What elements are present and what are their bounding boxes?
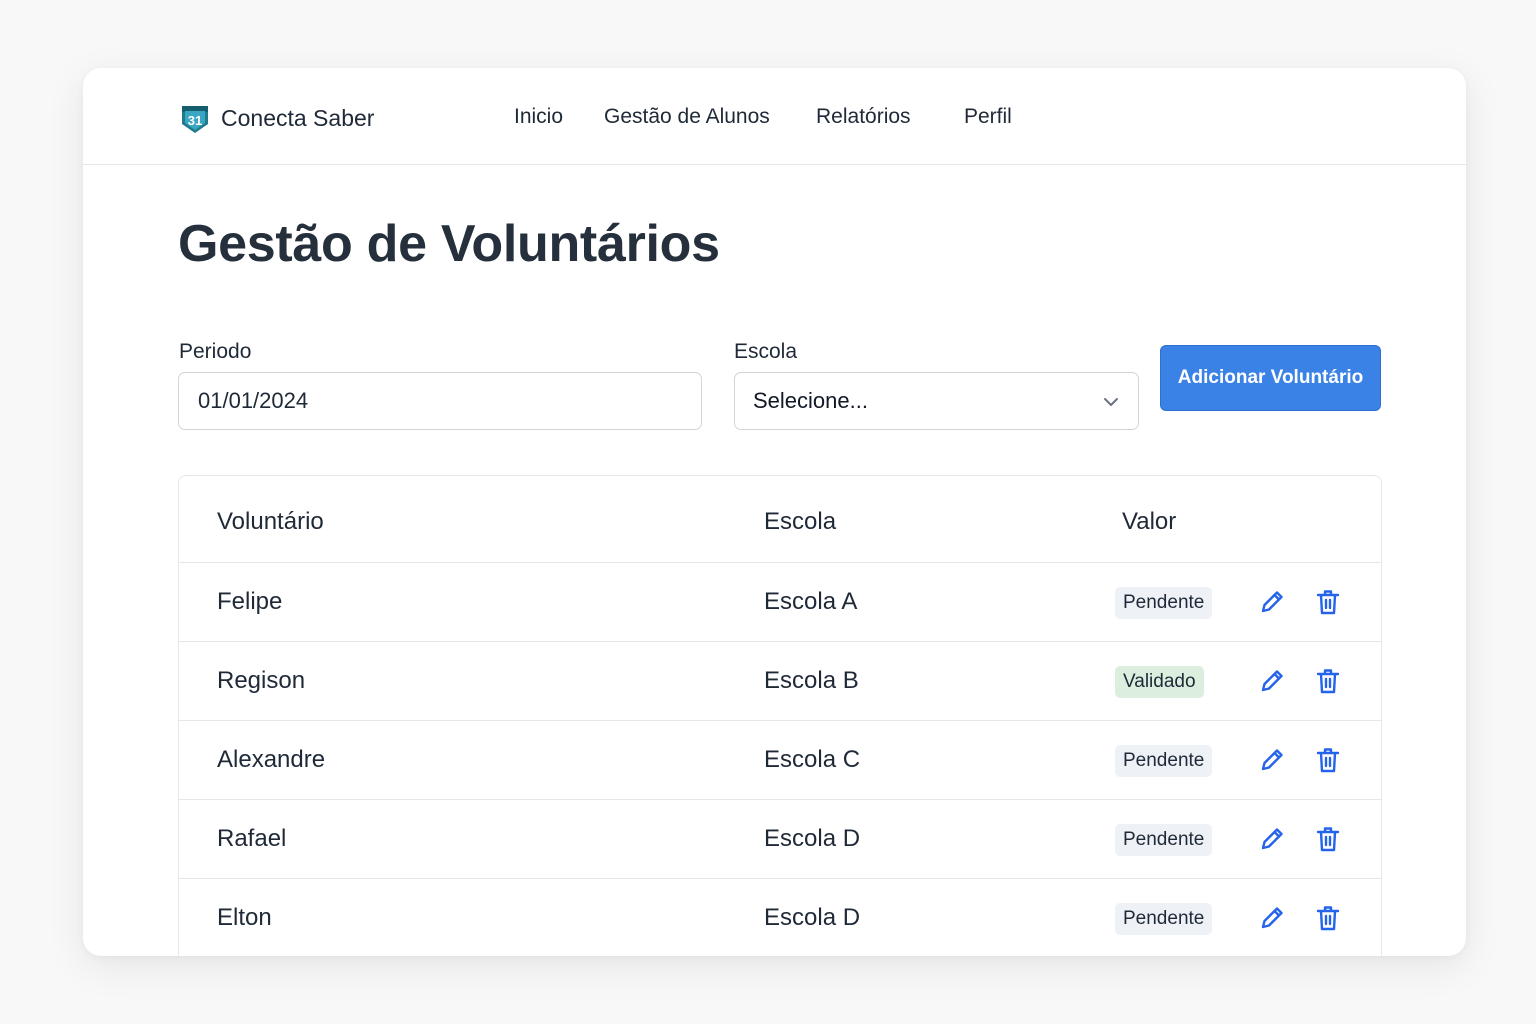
pencil-icon[interactable] (1257, 666, 1287, 696)
logo-number: 31 (188, 113, 202, 128)
column-header-school: Escola (764, 508, 837, 535)
trash-icon[interactable] (1313, 824, 1343, 854)
volunteer-name: Regison (217, 667, 306, 694)
top-navigation-bar: 31 Conecta Saber Inicio Gestão de Alunos… (83, 68, 1466, 165)
nav-item-relatorios[interactable]: Relatórios (816, 105, 911, 129)
table-row: Elton Escola D Pendente (179, 879, 1381, 956)
add-volunteer-button[interactable]: Adicionar Voluntário (1160, 345, 1381, 411)
volunteer-name: Felipe (217, 588, 283, 615)
volunteer-name: Alexandre (217, 746, 326, 773)
volunteer-school: Escola B (764, 667, 859, 694)
school-select[interactable]: Selecione... (734, 372, 1139, 430)
chevron-down-icon (1104, 398, 1118, 406)
status-badge: Pendente (1115, 745, 1213, 777)
pencil-icon[interactable] (1257, 824, 1287, 854)
status-badge: Pendente (1115, 903, 1213, 935)
page-title: Gestão de Voluntários (178, 215, 720, 273)
status-badge: Pendente (1115, 587, 1213, 619)
table-header: Voluntário Escola Valor (179, 476, 1381, 563)
period-date-value: 01/01/2024 (198, 388, 309, 413)
volunteers-table: Voluntário Escola Valor Felipe Escola A … (178, 475, 1382, 956)
volunteer-school: Escola A (764, 588, 858, 615)
app-name: Conecta Saber (221, 104, 375, 131)
trash-icon[interactable] (1313, 745, 1343, 775)
volunteer-school: Escola D (764, 825, 861, 852)
table-row: Regison Escola B Validado (179, 642, 1381, 721)
column-header-volunteer: Voluntário (217, 508, 324, 535)
nav-item-inicio[interactable]: Inicio (514, 105, 563, 129)
column-header-value: Valor (1122, 508, 1177, 535)
brand[interactable]: 31 Conecta Saber (179, 102, 374, 134)
pencil-icon[interactable] (1257, 587, 1287, 617)
volunteer-name: Rafael (217, 825, 287, 852)
trash-icon[interactable] (1313, 903, 1343, 933)
volunteer-name: Elton (217, 904, 272, 931)
school-select-value: Selecione... (753, 388, 868, 413)
trash-icon[interactable] (1313, 587, 1343, 617)
volunteer-school: Escola D (764, 904, 861, 931)
table-row: Rafael Escola D Pendente (179, 800, 1381, 879)
pencil-icon[interactable] (1257, 745, 1287, 775)
school-label: Escola (734, 340, 798, 363)
nav-item-gestao-de-alunos[interactable]: Gestão de Alunos (604, 105, 770, 129)
app-window: 31 Conecta Saber Inicio Gestão de Alunos… (83, 68, 1466, 956)
table-row: Felipe Escola A Pendente (179, 563, 1381, 642)
table-row: Alexandre Escola C Pendente (179, 721, 1381, 800)
calendar-shield-icon: 31 (182, 106, 208, 133)
trash-icon[interactable] (1313, 666, 1343, 696)
status-badge: Pendente (1115, 824, 1213, 856)
pencil-icon[interactable] (1257, 903, 1287, 933)
nav-item-perfil[interactable]: Perfil (964, 105, 1012, 129)
volunteer-school: Escola C (764, 746, 861, 773)
period-label: Periodo (179, 340, 252, 363)
period-date-input[interactable]: 01/01/2024 (178, 372, 702, 430)
status-badge: Validado (1115, 666, 1204, 698)
